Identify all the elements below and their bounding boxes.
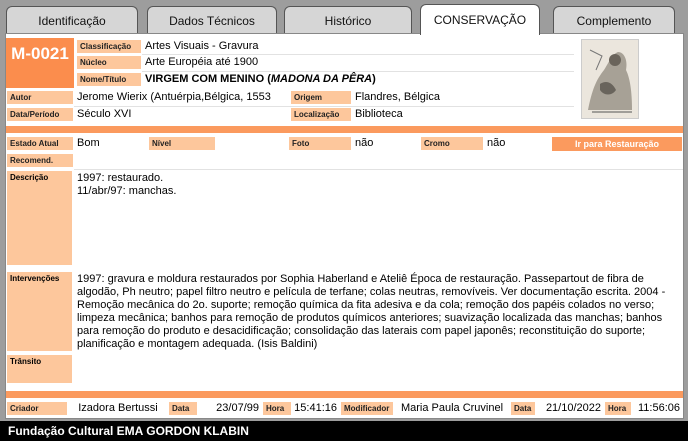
nucleo-label: Núcleo (76, 55, 142, 70)
hora-modificacao-label: Hora (604, 401, 632, 416)
data-modificacao-label: Data (510, 401, 536, 416)
nivel-value[interactable] (216, 136, 288, 138)
nome-italic: MADONA DA PÊRA (270, 73, 373, 85)
modificador-label: Modificador (340, 401, 394, 416)
classificacao-label: Classificação (76, 39, 142, 54)
modificador-value[interactable]: Maria Paula Cruvinel (394, 401, 510, 415)
footer-banner: Fundação Cultural EMA GORDON KLABIN (0, 421, 688, 441)
origem-value[interactable]: Flandres, Bélgica (352, 90, 572, 104)
cromo-label: Cromo (420, 136, 484, 151)
estado-atual-label: Estado Atual (6, 136, 74, 151)
nome-titulo-label: Nome/Título (76, 72, 142, 87)
intervencoes-label: Intervenções (6, 271, 73, 352)
descricao-label: Descrição (6, 170, 73, 266)
descricao-field[interactable]: 1997: restaurado. 11/abr/97: manchas. (74, 170, 683, 266)
conservation-panel: M-0021 Classificação Artes Visuais - Gra… (5, 33, 684, 419)
autor-label: Autor (6, 90, 74, 105)
tab-dados-tecnicos[interactable]: Dados Técnicos (147, 6, 277, 34)
foto-label: Foto (288, 136, 352, 151)
artwork-thumbnail (581, 39, 639, 119)
nome-titulo-value[interactable]: VIRGEM COM MENINO (MADONA DA PÊRA) (142, 72, 572, 86)
localizacao-label: Localização (290, 107, 352, 122)
ir-para-restauracao-button[interactable]: Ir para Restauração (552, 137, 682, 151)
nome-end: ) (372, 73, 376, 85)
descricao-line: 1997: restaurado. (77, 172, 164, 184)
transito-field[interactable] (74, 354, 683, 384)
tab-identificacao[interactable]: Identificação (6, 6, 138, 34)
data-periodo-label: Data/Período (6, 107, 74, 122)
tab-bar: Identificação Dados Técnicos Histórico C… (0, 0, 688, 35)
criador-value[interactable]: Izadora Bertussi (68, 401, 168, 415)
criador-label: Criador (6, 401, 68, 416)
hora-modificacao-value[interactable]: 11:56:06 (632, 401, 683, 415)
transito-label: Trânsito (6, 354, 73, 384)
record-code: M-0021 (6, 38, 74, 88)
cromo-value[interactable]: não (484, 136, 550, 150)
section-divider (6, 126, 683, 133)
hora-criacao-value[interactable]: 15:41:16 (290, 401, 340, 415)
tab-historico[interactable]: Histórico (284, 6, 412, 34)
origem-label: Origem (290, 90, 352, 105)
data-periodo-value[interactable]: Século XVI (74, 107, 290, 121)
recomend-label: Recomend. (6, 153, 74, 168)
estado-atual-value[interactable]: Bom (74, 136, 148, 150)
data-criacao-value[interactable]: 23/07/99 (198, 401, 262, 415)
foto-value[interactable]: não (352, 136, 420, 150)
tab-conservacao[interactable]: CONSERVAÇÃO (420, 4, 540, 35)
nome-main: VIRGEM COM MENINO ( (145, 73, 271, 85)
localizacao-value[interactable]: Biblioteca (352, 107, 572, 121)
tab-complemento[interactable]: Complemento (553, 6, 675, 34)
descricao-line: 11/abr/97: manchas. (77, 185, 177, 197)
data-modificacao-value[interactable]: 21/10/2022 (536, 401, 604, 415)
hora-criacao-label: Hora (262, 401, 292, 416)
data-criacao-label: Data (168, 401, 198, 416)
engraving-image (582, 40, 638, 118)
nucleo-value[interactable]: Arte Européia até 1900 (142, 55, 572, 69)
intervencoes-field[interactable]: 1997: gravura e moldura restaurados por … (74, 271, 683, 352)
section-divider (6, 391, 683, 398)
recomend-value[interactable] (74, 153, 681, 155)
nivel-label: Nível (148, 136, 216, 151)
classificacao-value[interactable]: Artes Visuais - Gravura (142, 39, 572, 53)
autor-value[interactable]: Jerome Wierix (Antuérpia,Bélgica, 1553 (74, 90, 290, 104)
